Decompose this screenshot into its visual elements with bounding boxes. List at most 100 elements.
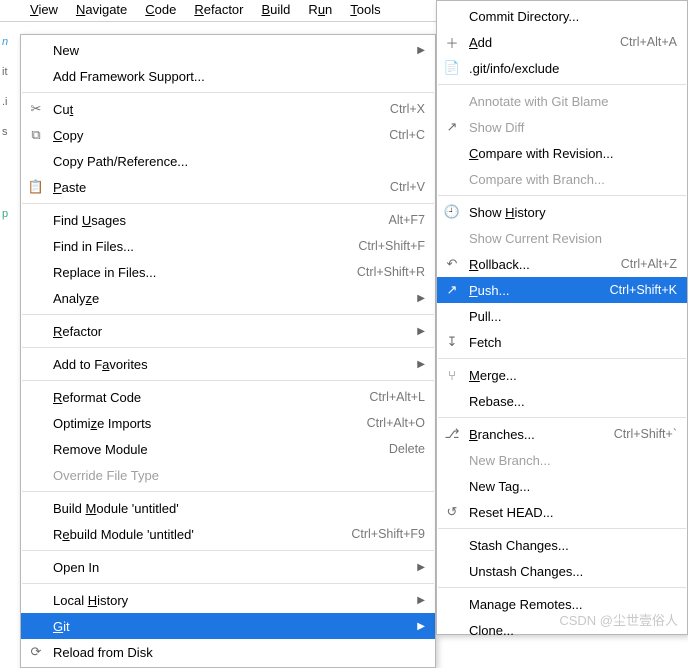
menubar-item[interactable]: Build bbox=[262, 2, 291, 17]
menu-item[interactable]: Stash Changes... bbox=[437, 532, 687, 558]
menu-item-label: Clone... bbox=[469, 623, 677, 638]
reset-icon: ↺ bbox=[443, 503, 461, 521]
submenu-arrow-icon: ▶ bbox=[415, 293, 425, 304]
blank-icon bbox=[443, 229, 461, 247]
menu-item: Override File Type bbox=[21, 462, 435, 488]
menu-item-label: Show Current Revision bbox=[469, 231, 677, 246]
menu-item: Show Current Revision bbox=[437, 225, 687, 251]
menu-item[interactable]: Manage Remotes... bbox=[437, 591, 687, 617]
menu-item[interactable]: ⟳Reload from Disk bbox=[21, 639, 435, 665]
menu-item[interactable]: ↺Reset HEAD... bbox=[437, 499, 687, 525]
menu-item[interactable]: Clone... bbox=[437, 617, 687, 643]
blank-icon bbox=[443, 307, 461, 325]
menu-item[interactable]: Open In▶ bbox=[21, 554, 435, 580]
submenu-arrow-icon: ▶ bbox=[415, 621, 425, 632]
blank-icon bbox=[443, 451, 461, 469]
menu-item[interactable]: ⑂Merge... bbox=[437, 362, 687, 388]
shortcut: Ctrl+Shift+K bbox=[610, 283, 677, 297]
menu-item-label: Paste bbox=[53, 180, 374, 195]
separator bbox=[22, 583, 434, 584]
menu-item-label: Find Usages bbox=[53, 213, 373, 228]
menu-item-label: Override File Type bbox=[53, 468, 425, 483]
menubar-item[interactable]: Run bbox=[308, 2, 332, 17]
menu-item[interactable]: 🕘Show History bbox=[437, 199, 687, 225]
menu-item[interactable]: Remove ModuleDelete bbox=[21, 436, 435, 462]
menu-item[interactable]: 📄.git/info/exclude bbox=[437, 55, 687, 81]
menu-item[interactable]: Find in Files...Ctrl+Shift+F bbox=[21, 233, 435, 259]
menu-item-label: Add Framework Support... bbox=[53, 69, 425, 84]
menu-item[interactable]: New Tag... bbox=[437, 473, 687, 499]
blank-icon bbox=[443, 536, 461, 554]
history-icon: 🕘 bbox=[443, 203, 461, 221]
menu-item-label: Refactor bbox=[53, 324, 415, 339]
menu-item[interactable]: Add Framework Support... bbox=[21, 63, 435, 89]
menu-item[interactable]: Copy Path/Reference... bbox=[21, 148, 435, 174]
menu-item-label: Push... bbox=[469, 283, 594, 298]
menu-item[interactable]: Find Usages Alt+F7 bbox=[21, 207, 435, 233]
menubar-item[interactable]: Code bbox=[145, 2, 176, 17]
menu-item-label: Analyze bbox=[53, 291, 415, 306]
separator bbox=[22, 550, 434, 551]
menu-item[interactable]: Replace in Files...Ctrl+Shift+R bbox=[21, 259, 435, 285]
menu-item[interactable]: Add to Favorites▶ bbox=[21, 351, 435, 377]
menu-item[interactable]: Rebase... bbox=[437, 388, 687, 414]
menu-item-label: Stash Changes... bbox=[469, 538, 677, 553]
menu-item[interactable]: ⧉CopyCtrl+C bbox=[21, 122, 435, 148]
menu-item-label: Branches... bbox=[469, 427, 598, 442]
menu-item[interactable]: Git▶ bbox=[21, 613, 435, 639]
menu-item-label: New bbox=[53, 43, 415, 58]
merge-icon: ⑂ bbox=[443, 366, 461, 384]
plus-icon: ＋ bbox=[443, 33, 461, 51]
menubar-item[interactable]: Refactor bbox=[194, 2, 243, 17]
menu-item[interactable]: ＋AddCtrl+Alt+A bbox=[437, 29, 687, 55]
branch-icon: ⎇ bbox=[443, 425, 461, 443]
separator bbox=[22, 203, 434, 204]
menu-item[interactable]: ↗Push...Ctrl+Shift+K bbox=[437, 277, 687, 303]
menu-item[interactable]: Unstash Changes... bbox=[437, 558, 687, 584]
separator bbox=[438, 84, 686, 85]
menu-item[interactable]: Compare with Revision... bbox=[437, 140, 687, 166]
cut-icon: ✂ bbox=[27, 100, 45, 118]
menubar-item[interactable]: Navigate bbox=[76, 2, 127, 17]
shortcut: Delete bbox=[389, 442, 425, 456]
separator bbox=[22, 380, 434, 381]
menu-item[interactable]: Refactor▶ bbox=[21, 318, 435, 344]
menubar-item[interactable]: View bbox=[30, 2, 58, 17]
menu-item-label: Unstash Changes... bbox=[469, 564, 677, 579]
shortcut: Ctrl+C bbox=[389, 128, 425, 142]
menu-item[interactable]: Reformat CodeCtrl+Alt+L bbox=[21, 384, 435, 410]
menu-item[interactable]: ✂CutCtrl+X bbox=[21, 96, 435, 122]
menu-item-label: Rebuild Module 'untitled' bbox=[53, 527, 335, 542]
shortcut: Alt+F7 bbox=[389, 213, 425, 227]
blank-icon bbox=[443, 392, 461, 410]
menu-item-label: Find in Files... bbox=[53, 239, 342, 254]
menu-item-label: Replace in Files... bbox=[53, 265, 341, 280]
menu-item[interactable]: Local History▶ bbox=[21, 587, 435, 613]
fetch-icon: ↧ bbox=[443, 333, 461, 351]
menu-item[interactable]: ↶Rollback...Ctrl+Alt+Z bbox=[437, 251, 687, 277]
menu-item[interactable]: Commit Directory... bbox=[437, 3, 687, 29]
menu-item[interactable]: Build Module 'untitled' bbox=[21, 495, 435, 521]
shortcut: Ctrl+Alt+O bbox=[367, 416, 425, 430]
menu-item[interactable]: Pull... bbox=[437, 303, 687, 329]
context-menu: New▶Add Framework Support...✂CutCtrl+X⧉C… bbox=[20, 34, 436, 668]
separator bbox=[22, 491, 434, 492]
menu-item[interactable]: 📋PasteCtrl+V bbox=[21, 174, 435, 200]
menu-item[interactable]: New▶ bbox=[21, 37, 435, 63]
blank-icon bbox=[27, 525, 45, 543]
separator bbox=[22, 92, 434, 93]
blank-icon bbox=[27, 41, 45, 59]
blank-icon bbox=[443, 7, 461, 25]
shortcut: Ctrl+X bbox=[390, 102, 425, 116]
git-submenu: Commit Directory...＋AddCtrl+Alt+A📄.git/i… bbox=[436, 0, 688, 635]
menu-item[interactable]: ⎇Branches...Ctrl+Shift+` bbox=[437, 421, 687, 447]
menu-item[interactable]: Rebuild Module 'untitled' Ctrl+Shift+F9 bbox=[21, 521, 435, 547]
menu-item[interactable]: Analyze▶ bbox=[21, 285, 435, 311]
menubar-item[interactable]: Tools bbox=[350, 2, 380, 17]
shortcut: Ctrl+Shift+F9 bbox=[351, 527, 425, 541]
separator bbox=[438, 587, 686, 588]
menu-item[interactable]: ↧Fetch bbox=[437, 329, 687, 355]
shortcut: Ctrl+Alt+Z bbox=[621, 257, 677, 271]
file-icon: 📄 bbox=[443, 59, 461, 77]
menu-item[interactable]: Optimize ImportsCtrl+Alt+O bbox=[21, 410, 435, 436]
